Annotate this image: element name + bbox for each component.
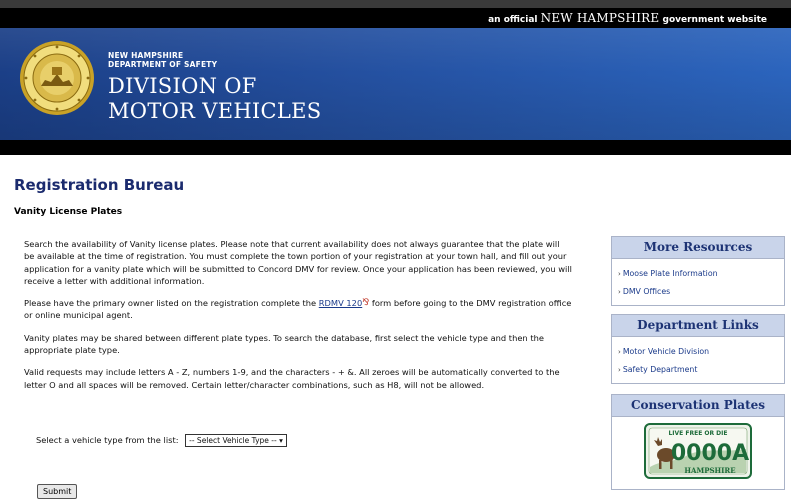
chevron-right-icon: ›: [618, 348, 621, 356]
page-subtitle: Vanity License Plates: [14, 207, 123, 217]
conservation-plates-panel: Conservation Plates LIVE FREE OR DIE 000…: [611, 394, 785, 490]
chevron-right-icon: ›: [618, 288, 621, 296]
division-title-line2: MOTOR VEHICLES: [108, 99, 322, 123]
vehicle-type-row: Select a vehicle type from the list: -- …: [36, 434, 287, 447]
department-name: NEW HAMPSHIRE DEPARTMENT OF SAFETY: [108, 51, 217, 69]
department-label: DEPARTMENT OF SAFETY: [108, 60, 218, 69]
state-seal-icon[interactable]: [19, 40, 95, 116]
state-name: NEW HAMPSHIRE: [540, 11, 660, 25]
shared-plates-paragraph: Vanity plates may be shared between diff…: [24, 332, 544, 356]
more-resources-heading: More Resources: [612, 237, 784, 259]
rdmv-paragraph: Please have the primary owner listed on …: [24, 297, 572, 322]
more-resources-panel: More Resources › Moose Plate Information …: [611, 236, 785, 306]
department-links-heading: Department Links: [612, 315, 784, 337]
sidebar-link-label: Motor Vehicle Division: [622, 347, 710, 356]
submit-button[interactable]: Submit: [37, 484, 78, 499]
state-label: NEW HAMPSHIRE: [108, 51, 184, 60]
nav-bar: [0, 140, 791, 155]
conservation-plates-heading: Conservation Plates: [612, 395, 784, 417]
conservation-plate-image[interactable]: LIVE FREE OR DIE 0000A HAMPSHIRE: [612, 417, 784, 489]
moose-plate-icon: LIVE FREE OR DIE 0000A HAMPSHIRE: [644, 423, 752, 479]
vehicle-type-value: -- Select Vehicle Type --: [189, 436, 277, 445]
sidebar-link-dmv-offices[interactable]: › DMV Offices: [618, 283, 778, 301]
pdf-icon: ⅋: [362, 298, 370, 309]
plate-motto: LIVE FREE OR DIE: [668, 430, 727, 437]
valid-requests-paragraph: Valid requests may include letters A - Z…: [24, 367, 560, 390]
chevron-down-icon: ▾: [279, 436, 283, 445]
sidebar-link-moose-plate[interactable]: › Moose Plate Information: [618, 265, 778, 283]
site-banner: NEW HAMPSHIRE DEPARTMENT OF SAFETY DIVIS…: [0, 28, 791, 140]
division-title[interactable]: DIVISION OF MOTOR VEHICLES: [108, 74, 321, 124]
page-title: Registration Bureau: [14, 176, 185, 194]
chevron-right-icon: ›: [618, 366, 621, 374]
sidebar-link-label: DMV Offices: [622, 287, 671, 296]
plate-number: 0000A: [671, 441, 749, 466]
vehicle-type-select[interactable]: -- Select Vehicle Type -- ▾: [185, 434, 287, 447]
official-website-text: an official NEW HAMPSHIRE government web…: [488, 11, 767, 25]
main-content: Search the availability of Vanity licens…: [24, 238, 572, 401]
rdmv-text-before: Please have the primary owner listed on …: [24, 298, 317, 309]
intro-paragraph: Search the availability of Vanity licens…: [24, 239, 572, 286]
department-links-panel: Department Links › Motor Vehicle Division…: [611, 314, 785, 384]
official-website-bar: an official NEW HAMPSHIRE government web…: [0, 8, 791, 28]
sidebar-link-safety-dept[interactable]: › Safety Department: [618, 361, 778, 379]
vehicle-type-label: Select a vehicle type from the list:: [36, 435, 179, 445]
chevron-right-icon: ›: [618, 270, 621, 278]
top-edge-bar: [0, 0, 791, 8]
sidebar-link-motor-vehicle[interactable]: › Motor Vehicle Division: [618, 343, 778, 361]
sidebar-link-label: Safety Department: [622, 365, 698, 374]
official-suffix: government website: [662, 15, 767, 25]
sidebar-link-label: Moose Plate Information: [622, 269, 718, 278]
official-prefix: an official: [488, 15, 538, 25]
division-title-line1: DIVISION OF: [108, 74, 257, 98]
plate-state: HAMPSHIRE: [684, 466, 735, 475]
rdmv-120-link[interactable]: RDMV 120: [319, 298, 362, 308]
